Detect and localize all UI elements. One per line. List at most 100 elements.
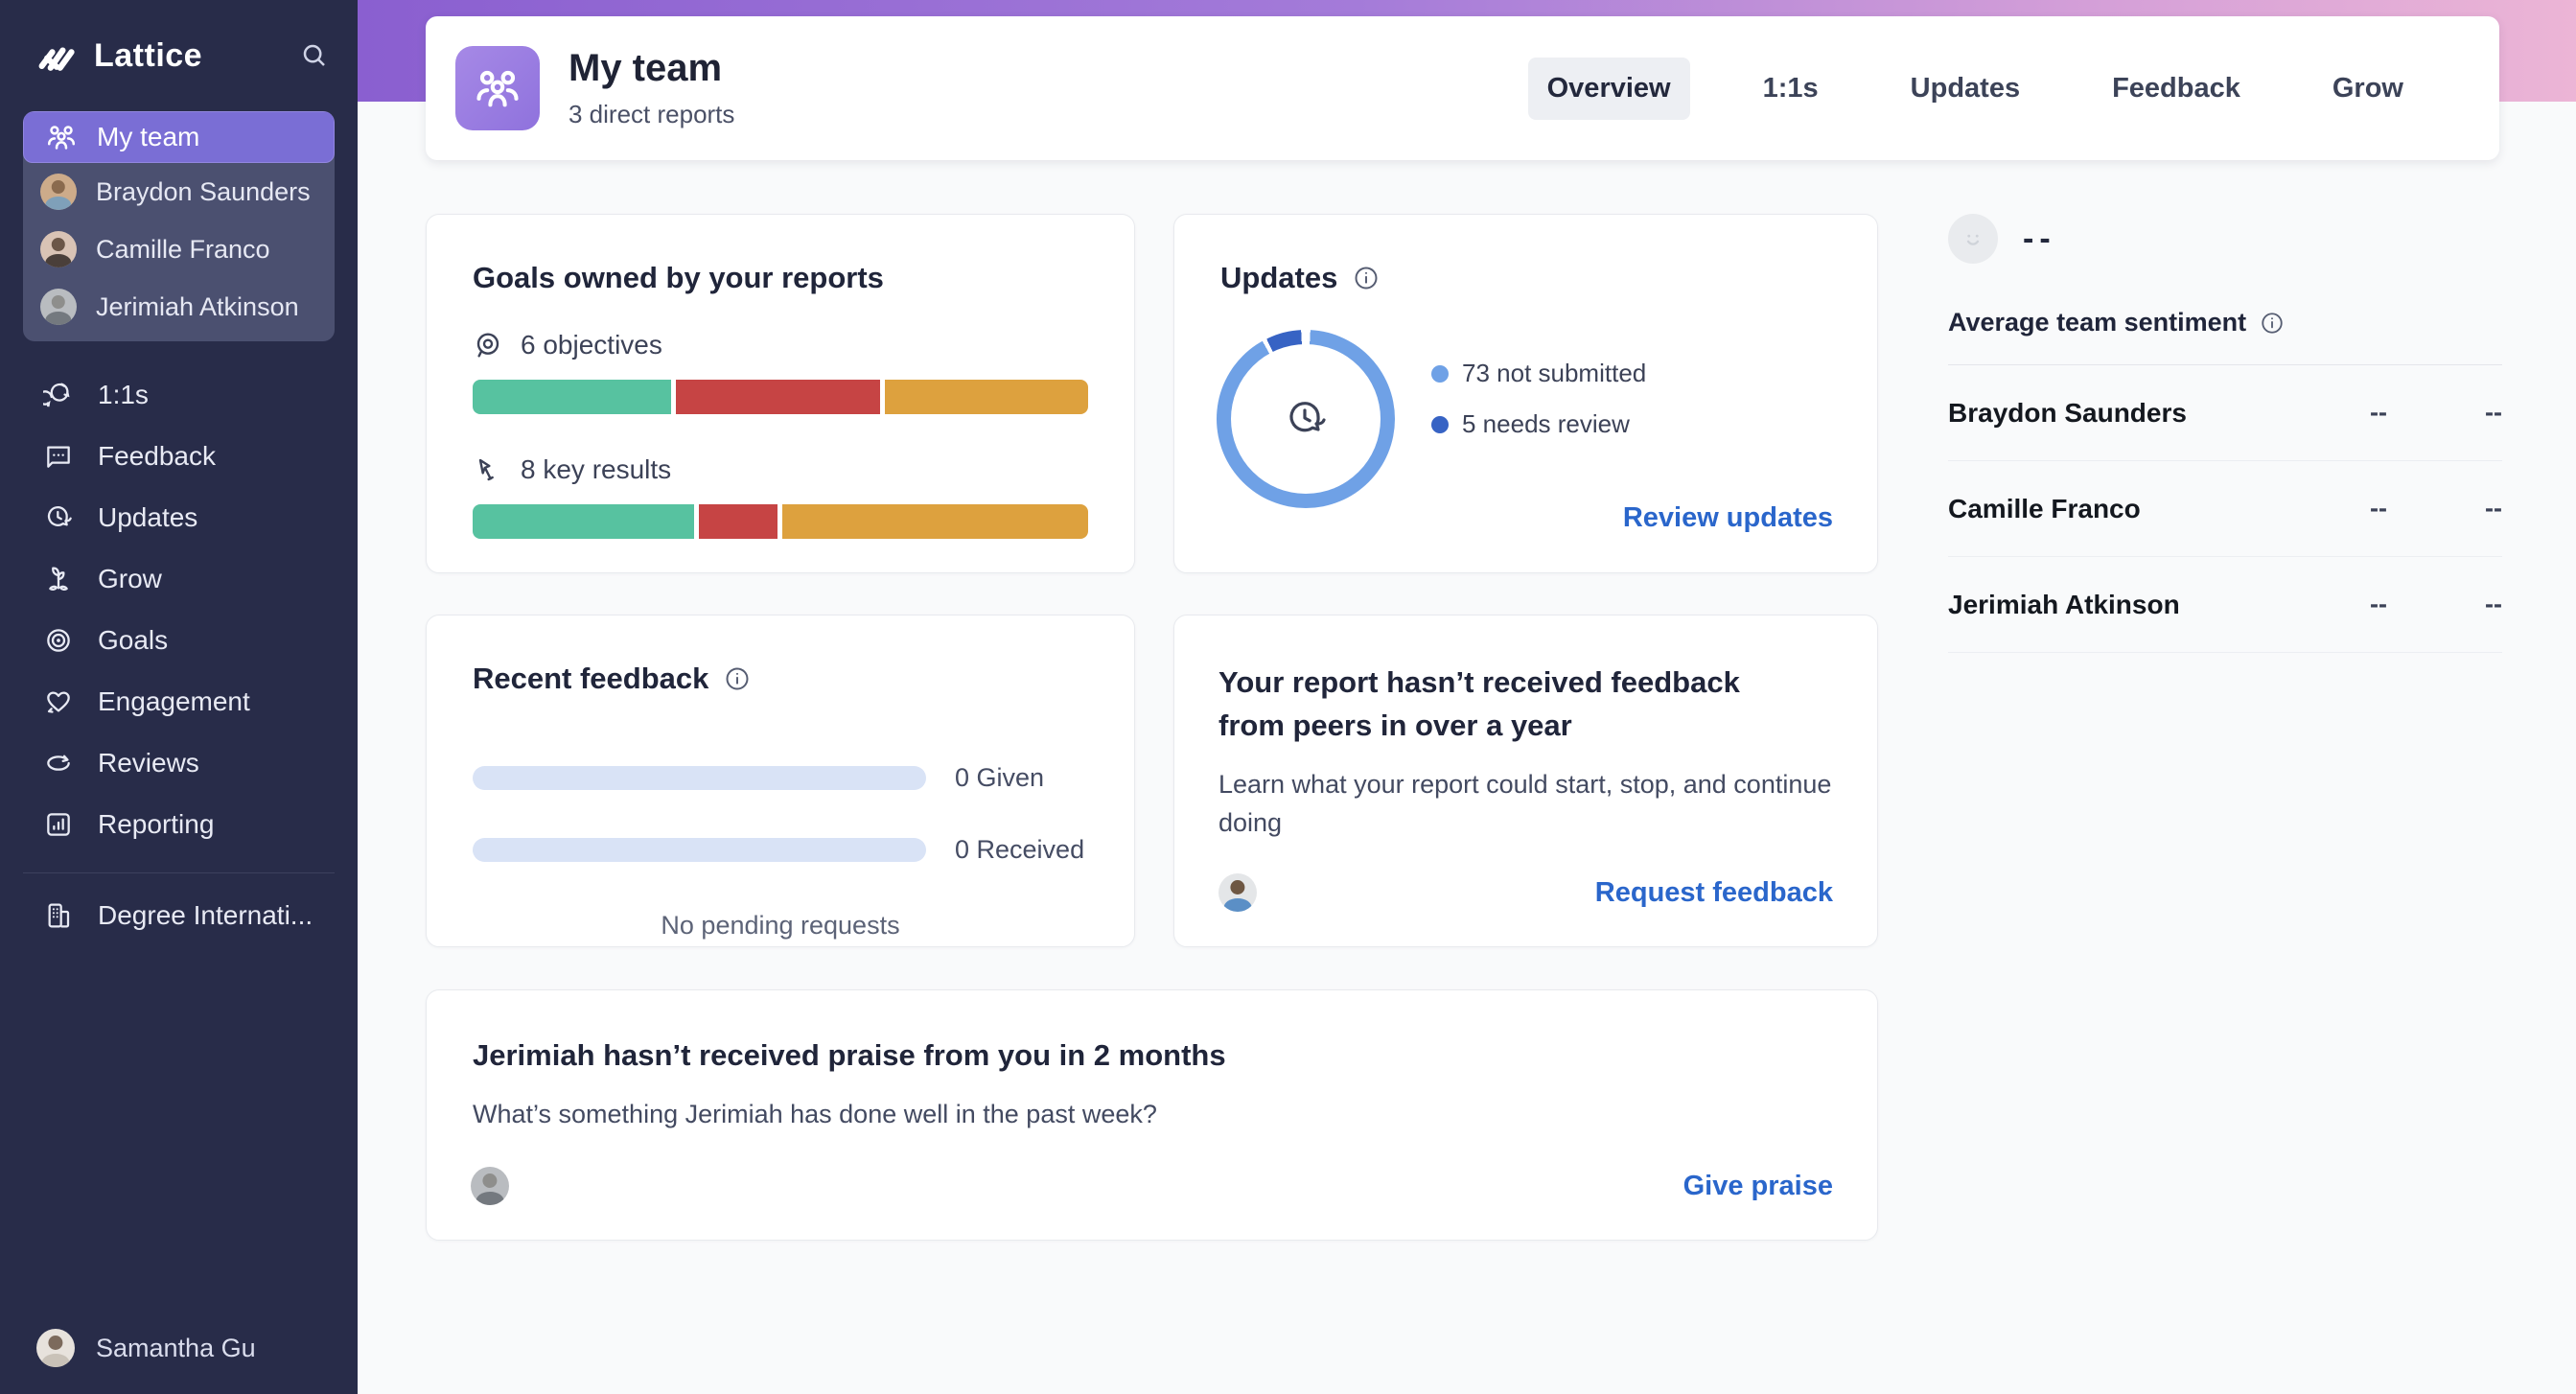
tab-updates[interactable]: Updates bbox=[1891, 58, 2039, 120]
user-name: Samantha Gu bbox=[96, 1334, 256, 1363]
tab-grow[interactable]: Grow bbox=[2313, 58, 2423, 120]
avatar bbox=[40, 289, 77, 325]
praise-prompt-card: Jerimiah hasn’t received praise from you… bbox=[426, 989, 1878, 1241]
info-icon[interactable] bbox=[2260, 311, 2285, 336]
sidebar-item-grow[interactable]: Grow bbox=[0, 548, 358, 610]
org-label: Degree Internati... bbox=[98, 900, 313, 931]
avatar bbox=[1218, 873, 1257, 912]
member-name: Braydon Saunders bbox=[96, 177, 311, 207]
info-icon[interactable] bbox=[724, 665, 751, 692]
info-icon[interactable] bbox=[1353, 265, 1380, 291]
search-icon[interactable] bbox=[300, 41, 329, 70]
updates-icon bbox=[42, 502, 75, 533]
sidebar-item-org[interactable]: Degree Internati... bbox=[0, 887, 358, 944]
objective-icon bbox=[473, 330, 503, 360]
avatar bbox=[471, 1167, 509, 1205]
nav-label: Grow bbox=[98, 564, 162, 594]
review-updates-link[interactable]: Review updates bbox=[1623, 502, 1833, 534]
sidebar-item-my-team[interactable]: My team bbox=[23, 111, 335, 163]
header-tabs: Overview 1:1s Updates Feedback Grow bbox=[1528, 58, 2423, 120]
sentiment-average-value: -- bbox=[2023, 221, 2056, 258]
team-tile-icon bbox=[455, 46, 540, 130]
sidebar-item-jerimiah-atkinson[interactable]: Jerimiah Atkinson bbox=[23, 278, 335, 336]
lattice-logo-icon bbox=[36, 36, 79, 75]
goals-card-title: Goals owned by your reports bbox=[473, 261, 1088, 295]
nav-label: Updates bbox=[98, 502, 197, 533]
feedback-given-label: 0 Given bbox=[955, 763, 1044, 793]
tab-overview[interactable]: Overview bbox=[1528, 58, 1690, 120]
sidebar-item-1-1s[interactable]: 1:1s bbox=[0, 364, 358, 426]
lattice-logo[interactable]: Lattice bbox=[36, 36, 300, 75]
app-title: Lattice bbox=[94, 37, 202, 75]
team-icon bbox=[45, 123, 78, 151]
avatar bbox=[40, 174, 77, 210]
legend-needs-review: 5 needs review bbox=[1431, 409, 1646, 439]
kr-off-track-segment bbox=[699, 504, 777, 539]
no-pending-requests-text: No pending requests bbox=[473, 911, 1088, 941]
goals-icon bbox=[42, 625, 75, 656]
building-icon bbox=[42, 900, 75, 931]
key-result-icon bbox=[473, 454, 503, 485]
nav-label: Reporting bbox=[98, 809, 214, 840]
sidebar-item-updates[interactable]: Updates bbox=[0, 487, 358, 548]
sentiment-smiley-icon bbox=[1948, 214, 1998, 264]
sentiment-row[interactable]: Jerimiah Atkinson -- -- bbox=[1948, 557, 2502, 653]
kr-progressing-segment bbox=[782, 504, 1088, 539]
member-name: Camille Franco bbox=[96, 235, 270, 265]
grow-icon bbox=[42, 564, 75, 594]
tab-1-1s[interactable]: 1:1s bbox=[1744, 58, 1838, 120]
team-sentiment-panel: -- Average team sentiment Braydon Saunde… bbox=[1948, 214, 2502, 653]
objectives-off-track-segment bbox=[676, 380, 881, 414]
sidebar-divider bbox=[23, 872, 335, 873]
sentiment-value: -- bbox=[2387, 494, 2502, 523]
legend-dot-not-submitted bbox=[1431, 365, 1449, 383]
page-subtitle: 3 direct reports bbox=[569, 100, 734, 129]
reviews-icon bbox=[42, 748, 75, 778]
updates-card: Updates 73 not submitted 5 needs review bbox=[1173, 214, 1878, 573]
sidebar-item-engagement[interactable]: Engagement bbox=[0, 671, 358, 732]
nav-label: Feedback bbox=[98, 441, 216, 472]
sidebar-item-goals[interactable]: Goals bbox=[0, 610, 358, 671]
sentiment-value: -- bbox=[2272, 398, 2387, 428]
updates-card-title: Updates bbox=[1220, 261, 1337, 295]
sidebar-item-reviews[interactable]: Reviews bbox=[0, 732, 358, 794]
member-name: Jerimiah Atkinson bbox=[96, 292, 299, 322]
legend-not-submitted: 73 not submitted bbox=[1431, 359, 1646, 388]
page-header: My team 3 direct reports Overview 1:1s U… bbox=[426, 16, 2499, 160]
tab-feedback[interactable]: Feedback bbox=[2093, 58, 2260, 120]
praise-body: What’s something Jerimiah has done well … bbox=[473, 1095, 1831, 1134]
goals-card: Goals owned by your reports 6 objectives… bbox=[426, 214, 1135, 573]
page-title: My team bbox=[569, 47, 734, 90]
sentiment-value: -- bbox=[2272, 494, 2387, 523]
give-praise-link[interactable]: Give praise bbox=[1683, 1171, 1833, 1202]
nav-label: Engagement bbox=[98, 686, 250, 717]
sentiment-row[interactable]: Camille Franco -- -- bbox=[1948, 461, 2502, 557]
updates-donut-chart[interactable] bbox=[1217, 330, 1395, 508]
key-results-progress-bar bbox=[473, 504, 1088, 539]
sidebar-item-braydon-saunders[interactable]: Braydon Saunders bbox=[23, 163, 335, 221]
sidebar-item-label: My team bbox=[97, 122, 199, 152]
sidebar-item-feedback[interactable]: Feedback bbox=[0, 426, 358, 487]
recent-feedback-title: Recent feedback bbox=[473, 662, 708, 696]
request-feedback-link[interactable]: Request feedback bbox=[1595, 877, 1833, 909]
sidebar: Lattice My team Braydon Saunders bbox=[0, 0, 358, 1394]
key-results-count: 8 key results bbox=[521, 454, 671, 485]
sentiment-value: -- bbox=[2387, 590, 2502, 619]
objectives-count: 6 objectives bbox=[521, 330, 662, 360]
feedback-prompt-card: Your report hasn’t received feedback fro… bbox=[1173, 615, 1878, 947]
nav-label: Reviews bbox=[98, 748, 199, 778]
avatar bbox=[36, 1329, 75, 1367]
updates-icon bbox=[1283, 396, 1329, 442]
reporting-icon bbox=[42, 809, 75, 840]
avatar bbox=[40, 231, 77, 267]
member-name: Braydon Saunders bbox=[1948, 398, 2272, 429]
feedback-received-label: 0 Received bbox=[955, 835, 1084, 865]
sidebar-item-reporting[interactable]: Reporting bbox=[0, 794, 358, 855]
legend-dot-needs-review bbox=[1431, 416, 1449, 433]
sidebar-item-camille-franco[interactable]: Camille Franco bbox=[23, 221, 335, 278]
sentiment-label: Average team sentiment bbox=[1948, 308, 2246, 337]
nav-label: 1:1s bbox=[98, 380, 149, 410]
feedback-prompt-body: Learn what your report could start, stop… bbox=[1218, 765, 1833, 843]
sentiment-row[interactable]: Braydon Saunders -- -- bbox=[1948, 365, 2502, 461]
user-menu[interactable]: Samantha Gu bbox=[0, 1329, 358, 1394]
